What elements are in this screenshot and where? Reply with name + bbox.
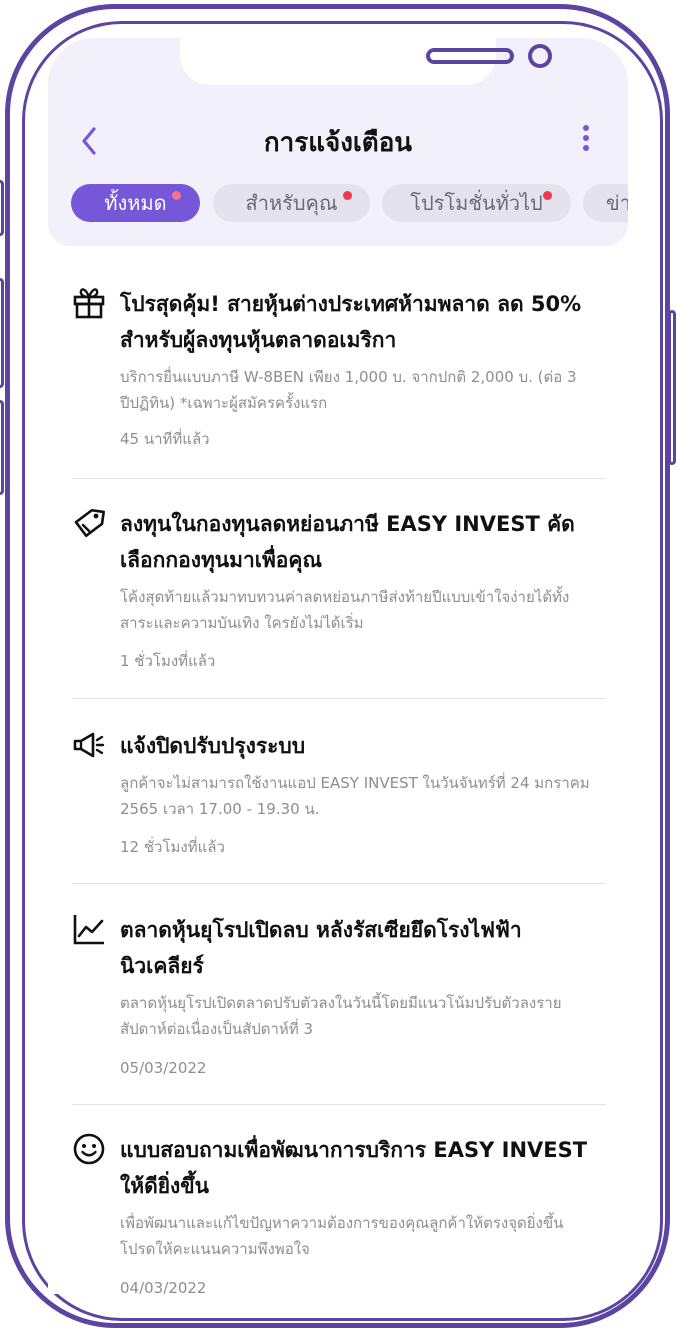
notification-time: 04/03/2022: [120, 1279, 207, 1294]
unread-dot: [172, 191, 181, 200]
gift-icon: [73, 288, 105, 319]
front-camera: [528, 44, 552, 68]
unread-dot: [543, 191, 552, 200]
tab-news[interactable]: ข่า: [583, 184, 628, 222]
notification-item[interactable]: แบบสอบถามเพื่อพัฒนาการบริการ EASY INVEST…: [72, 1132, 606, 1294]
notification-item[interactable]: แจ้งปิดปรับปรุงระบบ ลูกค้าจะไม่สามารถใช้…: [72, 728, 606, 868]
megaphone-icon: [73, 732, 105, 758]
speaker-grille: [426, 48, 514, 64]
divider: [72, 478, 606, 479]
notification-title: แบบสอบถามเพื่อพัฒนาการบริการ EASY INVEST…: [120, 1138, 588, 1198]
notification-time: 1 ชั่วโมงที่แล้ว: [120, 652, 216, 670]
trend-chart-icon: [73, 915, 104, 945]
tag-icon: [74, 508, 105, 538]
app-screen: การแจ้งเตือน ทั้งหมด สำหรับคุณ โปรโมชั่น…: [48, 38, 628, 1294]
notification-time: 12 ชั่วโมงที่แล้ว: [120, 838, 225, 856]
more-vertical-icon: [583, 125, 589, 151]
notification-time: 45 นาทีที่แล้ว: [120, 430, 210, 448]
tab-general-promotions[interactable]: โปรโมชั่นทั่วไป: [382, 184, 571, 222]
divider: [72, 883, 606, 884]
notification-title: แจ้งปิดปรับปรุงระบบ: [120, 734, 306, 758]
notification-description: ลูกค้าจะไม่สามารถใช้งานแอป EASY INVEST ใ…: [120, 774, 590, 818]
filter-tabs: ทั้งหมด สำหรับคุณ โปรโมชั่นทั่วไป ข่า: [71, 184, 628, 222]
notification-description: บริการยื่นแบบภาษี W-8BEN เพียง 1,000 บ. …: [120, 368, 577, 412]
tab-label: สำหรับคุณ: [245, 191, 338, 215]
page-title: การแจ้งเตือน: [263, 128, 413, 158]
notification-description: โค้งสุดท้ายแล้วมาทบทวนค่าลดหย่อนภาษีส่งท…: [120, 588, 570, 632]
tab-label: โปรโมชั่นทั่วไป: [410, 191, 543, 215]
notification-description: ตลาดหุ้นยุโรปเปิดตลาดปรับตัวลงในวันนี้โด…: [120, 994, 562, 1038]
notification-title: ลงทุนในกองทุนลดหย่อนภาษี EASY INVEST คัด…: [120, 512, 575, 572]
smile-icon: [73, 1133, 105, 1165]
more-options-button[interactable]: [576, 124, 596, 154]
tab-all[interactable]: ทั้งหมด: [71, 184, 200, 222]
power-button: [668, 310, 676, 465]
volume-up-button: [0, 278, 4, 388]
notification-item[interactable]: โปรสุดคุ้ม! สายหุ้นต่างประเทศห้ามพลาด ลด…: [72, 286, 606, 466]
notification-title: โปรสุดคุ้ม! สายหุ้นต่างประเทศห้ามพลาด ลด…: [120, 292, 582, 352]
divider: [72, 698, 606, 699]
notification-item[interactable]: ลงทุนในกองทุนลดหย่อนภาษี EASY INVEST คัด…: [72, 506, 606, 686]
notification-item[interactable]: ตลาดหุ้นยุโรปเปิดลบ หลังรัสเซียยึดโรงไฟฟ…: [72, 912, 606, 1092]
notch: [180, 38, 552, 85]
notification-description: เพื่อพัฒนาและแก้ไขปัญหาความต้องการของคุณ…: [120, 1214, 564, 1258]
notification-time: 05/03/2022: [120, 1059, 207, 1077]
mute-switch: [0, 180, 4, 236]
tab-label: ข่า: [606, 191, 628, 215]
tab-for-you[interactable]: สำหรับคุณ: [213, 184, 370, 222]
notification-title: ตลาดหุ้นยุโรปเปิดลบ หลังรัสเซียยึดโรงไฟฟ…: [120, 918, 522, 978]
divider: [72, 1104, 606, 1105]
unread-dot: [343, 191, 352, 200]
tab-label: ทั้งหมด: [104, 191, 167, 215]
header: การแจ้งเตือน ทั้งหมด สำหรับคุณ โปรโมชั่น…: [48, 38, 628, 246]
volume-down-button: [0, 400, 4, 495]
